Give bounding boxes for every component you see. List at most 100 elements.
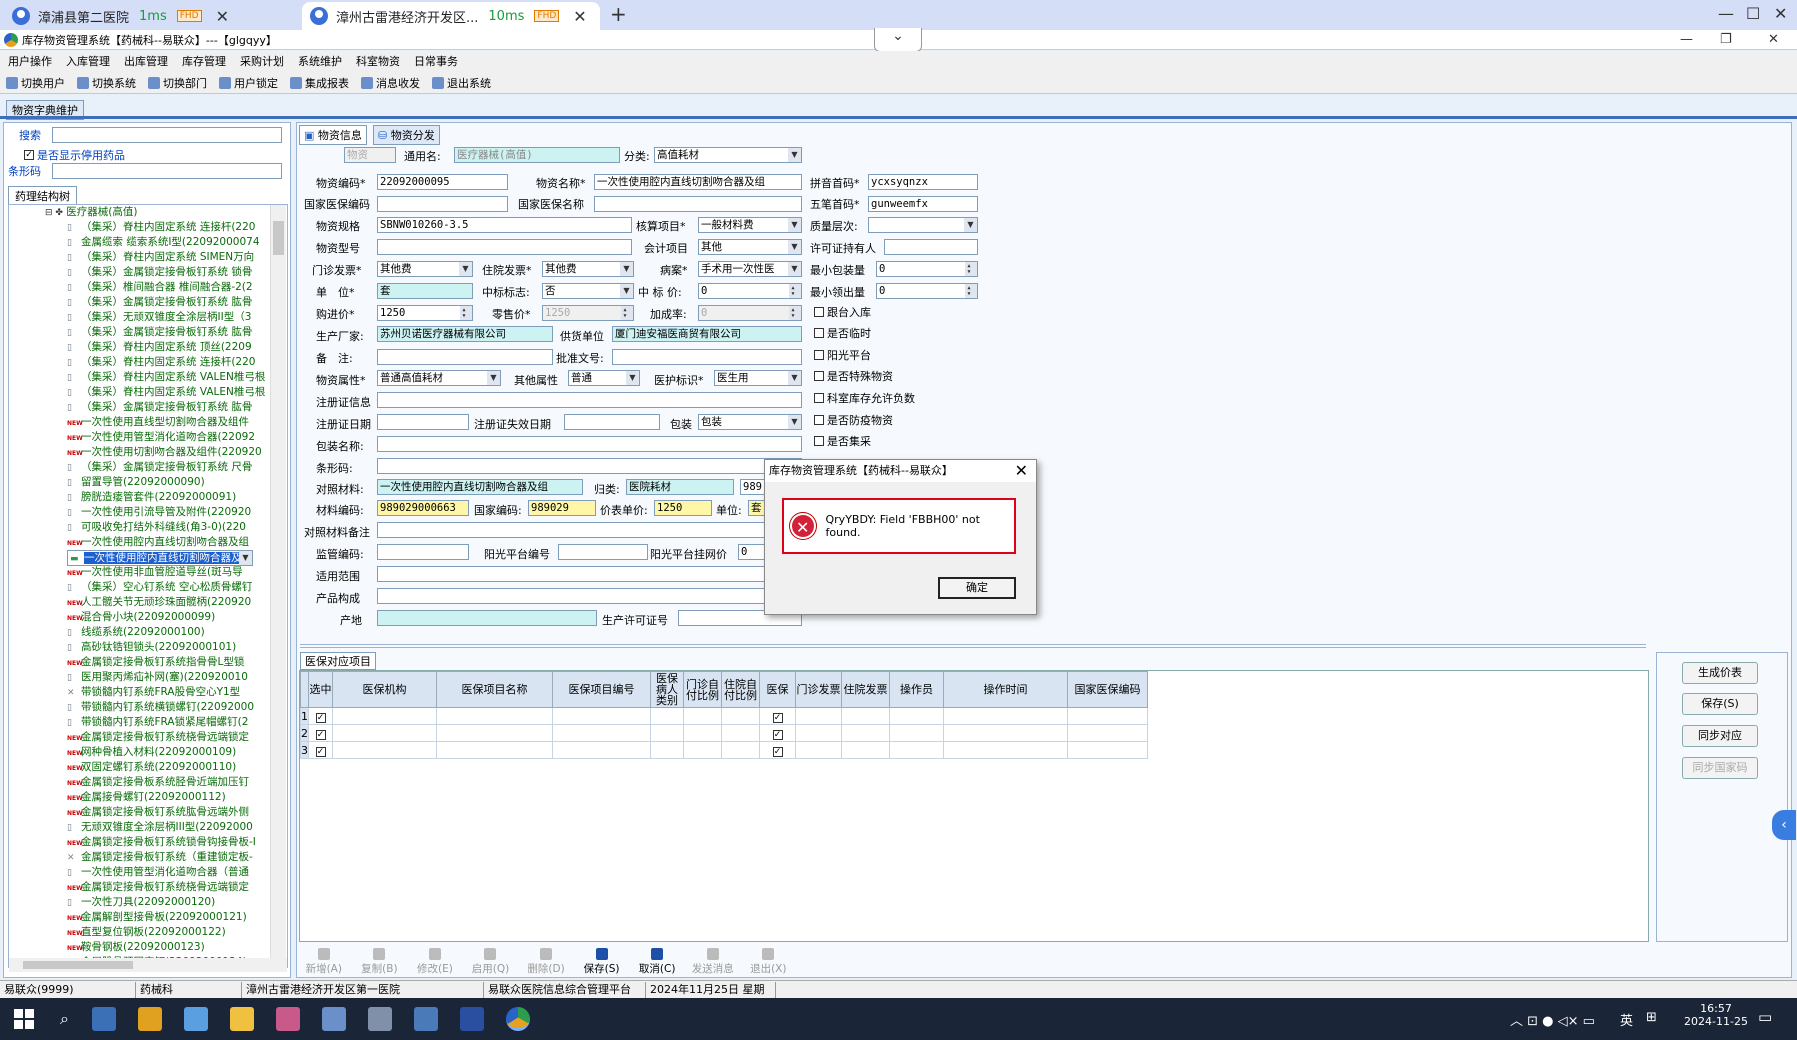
tree-item[interactable]: ▯ 医用聚丙烯疝补网(塞)(220920010 [67, 670, 248, 685]
monitor-app-icon[interactable] [91, 1007, 116, 1031]
menu-dept-goods[interactable]: 科室物资 [356, 53, 400, 69]
code-field[interactable]: 22092000095 [377, 174, 508, 190]
enable-button[interactable]: 启用(Q) [463, 946, 519, 978]
splitter[interactable] [300, 644, 1646, 648]
menu-purchase[interactable]: 采购计划 [240, 53, 284, 69]
lock-user-button[interactable]: 用户锁定 [219, 75, 278, 91]
care-flag-select[interactable]: 医生用 [714, 370, 802, 386]
app-restore-icon[interactable]: ❐ [1720, 32, 1732, 47]
tree-item[interactable]: NEW一次性使用直线型切割吻合器及组件 [67, 415, 249, 430]
tree-item[interactable]: NEW金属接骨螺钉(22092000112) [67, 790, 226, 805]
column-header[interactable]: 医保项目名称 [436, 671, 553, 708]
national-name-field[interactable] [594, 196, 802, 212]
spec-field[interactable]: SBNW010260-3.5 [377, 217, 632, 233]
tree-item[interactable]: ▯ 一次性使用管型消化道吻合器（普通 [67, 865, 249, 880]
case-select[interactable]: 手术用一次性医 [698, 261, 802, 277]
tree-item[interactable]: ▯ （集采）无顽双锥度全涂层柄II型（3 [67, 310, 251, 325]
exit-system-button[interactable]: 退出系统 [432, 75, 491, 91]
browser-tab-1[interactable]: 漳浦县第二医院 1ms FHD ✕ [4, 2, 294, 30]
tree-item[interactable]: NEW混合骨小块(22092000099) [67, 610, 215, 625]
table-cell[interactable] [841, 741, 890, 759]
wubi-field[interactable]: gunweemfx [868, 196, 978, 212]
delete-button[interactable]: 删除(D) [518, 946, 574, 978]
tree-item[interactable]: ▯ 线缆系统(22092000100) [67, 625, 205, 640]
license-holder-field[interactable] [884, 239, 978, 255]
table-cell[interactable] [436, 724, 553, 742]
table-cell[interactable] [683, 741, 722, 759]
table-cell[interactable] [1067, 741, 1148, 759]
table-row[interactable]: 2 ✓ ✓ [300, 724, 1148, 742]
table-cell[interactable] [436, 741, 553, 759]
approval-no-field[interactable] [612, 349, 802, 365]
list-price-field[interactable]: 1250 [654, 500, 712, 516]
registration-date-field[interactable] [377, 414, 469, 430]
column-header[interactable]: 住院发票 [841, 671, 890, 708]
tree-item[interactable]: NEW直型复位钢板(22092000122) [67, 925, 226, 940]
search-icon[interactable]: ⌕ [60, 1009, 69, 1029]
column-header[interactable]: 医保 [759, 671, 796, 708]
table-cell[interactable] [552, 707, 651, 725]
tree-item[interactable]: ▯ 膀胱造瘘管套件(22092000091) [67, 490, 236, 505]
dialog-close-icon[interactable]: ✕ [1015, 461, 1028, 480]
other-attribute-select[interactable]: 普通 [568, 370, 640, 386]
tree-item[interactable]: ▯ 金属缆索 缆索系统I型(22092000074 [67, 235, 260, 250]
tree-item[interactable]: ▯ 一次性刀具(22092000120) [67, 895, 215, 910]
tree-item[interactable]: ▯ 带锁髓内钉系统横锁螺钉(22092000 [67, 700, 254, 715]
tools-app-icon[interactable] [413, 1007, 438, 1031]
column-header[interactable]: 选中 [308, 671, 333, 708]
column-header[interactable]: 门诊自付比例 [683, 671, 722, 708]
table-cell-checkbox[interactable]: ✓ [308, 724, 333, 742]
outpatient-invoice-select[interactable]: 其他费 [377, 261, 473, 277]
table-cell[interactable] [889, 741, 944, 759]
tree-item[interactable]: ▯ 无顽双锥度全涂层柄III型(22092000 [67, 820, 253, 835]
reports-button[interactable]: 集成报表 [290, 75, 349, 91]
tree-item[interactable]: NEW金属锁定接骨板钉系统肱骨远端外侧 [67, 805, 249, 820]
switch-system-button[interactable]: 切换系统 [77, 75, 136, 91]
column-header[interactable]: 医保项目编号 [552, 671, 651, 708]
tree-item[interactable]: NEW金属锁定接骨板钉系统桡骨远端锁定 [67, 880, 249, 895]
app-close-icon[interactable]: ✕ [1768, 32, 1779, 47]
quality-level-select[interactable] [868, 217, 978, 233]
tree-item[interactable]: NEW金属锁定接骨板钉系统锁骨钩接骨板-I [67, 835, 256, 850]
generic-name-field[interactable]: 医疗器械(高值) [454, 147, 620, 163]
model-field[interactable] [377, 239, 632, 255]
save-button[interactable]: 保存(S) [574, 946, 630, 978]
ref-remark-field[interactable] [377, 522, 802, 538]
menu-system[interactable]: 系统维护 [298, 53, 342, 69]
cancel-button[interactable]: 取消(C) [629, 946, 685, 978]
table-cell[interactable] [943, 707, 1068, 725]
add-button[interactable]: 新增(A) [296, 946, 352, 978]
tree-item[interactable]: ▯ （集采）金属锁定接骨板钉系统 肱骨 [67, 325, 252, 340]
tree-item[interactable]: ▯ （集采）金属锁定接骨板钉系统 尺骨 [67, 460, 252, 475]
scroll-thumb[interactable] [23, 961, 133, 969]
tree-item[interactable]: ▯ 高砂钛锆钽锁头(22092000101) [67, 640, 236, 655]
windows-start-icon[interactable] [14, 1009, 34, 1029]
retail-price-field[interactable]: 1250 [542, 305, 634, 321]
menu-inbound[interactable]: 入库管理 [66, 53, 110, 69]
tree-tab[interactable]: 药理结构树 [8, 186, 77, 205]
allow-negative-checkbox[interactable]: 科室库存允许负数 [814, 390, 915, 406]
tree-vertical-scrollbar[interactable] [270, 205, 286, 967]
tree-item[interactable]: ▯ （集采）空心钉系统 空心松质骨螺钉 [67, 580, 252, 595]
sync-mapping-button[interactable]: 同步对应 [1682, 725, 1758, 747]
menu-daily[interactable]: 日常事务 [414, 53, 458, 69]
pinyin-field[interactable]: ycxsyqnzx [868, 174, 978, 190]
tree-item[interactable]: ▯ （集采）金属锁定接骨板钉系统 肱骨 [67, 400, 252, 415]
menu-outbound[interactable]: 出库管理 [124, 53, 168, 69]
min-out-field[interactable]: 0 [876, 283, 978, 299]
sunshine-platform-checkbox[interactable]: 阳光平台 [814, 347, 871, 363]
inpatient-invoice-select[interactable]: 其他费 [542, 261, 634, 277]
notification-icon[interactable]: ▭ [1758, 1008, 1772, 1026]
table-cell[interactable] [650, 741, 684, 759]
column-header[interactable]: 医保机构 [332, 671, 437, 708]
column-header[interactable]: 医保病人类别 [650, 671, 684, 708]
category-select[interactable]: 高值耗材 [654, 147, 802, 163]
network-app-icon[interactable] [367, 1007, 392, 1031]
side-expand-icon[interactable]: ‹ [1772, 810, 1796, 840]
name-field[interactable]: 一次性使用腔内直线切割吻合器及组 [594, 174, 802, 190]
supervision-code-field[interactable] [377, 544, 469, 560]
tree-item[interactable]: NEW一次性使用管型消化道吻合器(22092 [67, 430, 255, 445]
table-cell[interactable] [1067, 707, 1148, 725]
registration-expire-field[interactable] [564, 414, 660, 430]
table-cell[interactable] [841, 724, 890, 742]
